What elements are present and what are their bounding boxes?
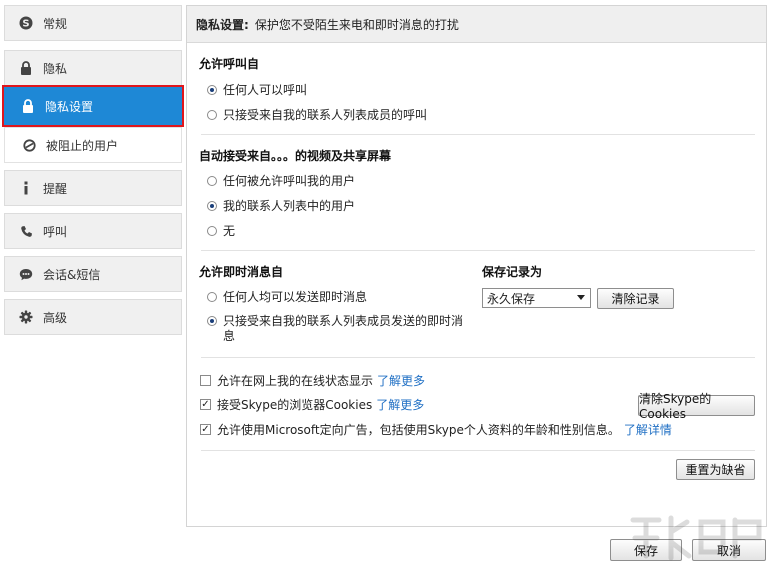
blocked-icon (21, 137, 37, 153)
online-status-checkbox-row: 允许在网上我的在线状态显示 了解更多 (200, 372, 425, 389)
allow-calls-title: 允许呼叫自 (199, 57, 260, 71)
radio-unchecked-icon[interactable] (207, 225, 217, 236)
panel-header: 隐私设置: 保护您不受陌生来电和即时消息的打扰 (187, 6, 766, 43)
im-contacts-only-radio[interactable]: 只接受来自我的联系人列表成员发送的即时消 息 (207, 314, 463, 344)
radio-label: 任何被允许呼叫我的用户 (223, 174, 356, 188)
privacy-settings-panel: 隐私设置: 保护您不受陌生来电和即时消息的打扰 允许呼叫自 任何人可以呼叫 只接… (186, 5, 767, 527)
save-button[interactable]: 保存 (610, 539, 682, 561)
sidebar-item-label: 被阻止的用户 (46, 138, 119, 153)
chat-icon (18, 266, 34, 282)
lock-icon (20, 98, 36, 114)
radio-label: 只接受来自我的联系人列表成员发送的即时消 息 (223, 314, 463, 344)
sidebar-item-label: 呼叫 (43, 224, 68, 239)
info-icon (18, 180, 34, 196)
learn-details-link[interactable]: 了解详情 (624, 421, 672, 438)
checkbox-label: 允许使用Microsoft定向广告，包括使用Skype个人资料的年龄和性别信息。 (217, 423, 620, 437)
learn-more-link[interactable]: 了解更多 (376, 396, 424, 413)
ads-checkbox[interactable]: ✓ (200, 424, 211, 435)
history-duration-select[interactable]: 永久保存 (482, 288, 591, 308)
sidebar-item-im-sms[interactable]: 会话&短信 (4, 256, 182, 292)
allow-im-title: 允许即时消息自 (199, 265, 284, 279)
save-history-title: 保存记录为 (482, 265, 543, 279)
radio-checked-icon[interactable] (207, 316, 217, 326)
sidebar-item-label: 高级 (43, 310, 68, 325)
radio-label: 任何人可以呼叫 (223, 83, 308, 97)
reset-defaults-button[interactable]: 重置为缺省 (676, 459, 755, 480)
clear-history-button[interactable]: 清除记录 (597, 288, 674, 309)
video-share-title: 自动接受来自。。。的视频及共享屏幕 (199, 149, 392, 163)
radio-checked-icon[interactable] (207, 200, 217, 211)
video-none-radio[interactable]: 无 (207, 222, 235, 239)
calls-anyone-radio[interactable]: 任何人可以呼叫 (207, 81, 307, 98)
cookies-checkbox[interactable]: ✓ (200, 399, 211, 410)
clear-skype-cookies-button[interactable]: 清除Skype的Cookies (638, 392, 755, 421)
checkbox-label: 允许在网上我的在线状态显示 (217, 374, 374, 388)
radio-unchecked-icon[interactable] (207, 291, 217, 302)
skype-icon: S (18, 15, 34, 31)
im-anyone-radio[interactable]: 任何人均可以发送即时消息 (207, 288, 367, 305)
divider (201, 450, 755, 451)
radio-unchecked-icon[interactable] (207, 109, 217, 120)
sidebar-item-label: 隐私设置 (45, 99, 94, 114)
divider (201, 357, 755, 358)
gear-icon (18, 309, 34, 325)
sidebar-item-blocked-users[interactable]: 被阻止的用户 (4, 127, 182, 163)
radio-label: 我的联系人列表中的用户 (223, 199, 356, 213)
sidebar-item-label: 会话&短信 (43, 267, 101, 282)
radio-label: 任何人均可以发送即时消息 (223, 290, 368, 304)
radio-unchecked-icon[interactable] (207, 175, 217, 186)
ads-checkbox-row: ✓ 允许使用Microsoft定向广告，包括使用Skype个人资料的年龄和性别信… (200, 421, 672, 438)
chevron-down-icon (577, 295, 585, 300)
page-title: 隐私设置: (196, 17, 249, 32)
sidebar-item-advanced[interactable]: 高级 (4, 299, 182, 335)
divider (201, 134, 755, 135)
sidebar-item-notifications[interactable]: 提醒 (4, 170, 182, 206)
cancel-button[interactable]: 取消 (692, 539, 766, 561)
divider (201, 250, 755, 251)
radio-checked-icon[interactable] (207, 84, 217, 95)
learn-more-link[interactable]: 了解更多 (377, 372, 425, 389)
radio-label-line: 只接受来自我的联系人列表成员发送的即时消 (223, 314, 464, 328)
sidebar-item-label: 隐私 (43, 61, 68, 76)
phone-icon (18, 223, 34, 239)
select-value: 永久保存 (487, 291, 536, 306)
cookies-checkbox-row: ✓ 接受Skype的浏览器Cookies 了解更多 (200, 396, 424, 413)
sidebar-item-privacy-settings[interactable]: 隐私设置 (2, 85, 184, 127)
sidebar-item-general[interactable]: S 常规 (4, 5, 182, 41)
video-contacts-radio[interactable]: 我的联系人列表中的用户 (207, 197, 355, 214)
sidebar-item-label: 提醒 (43, 181, 68, 196)
radio-label-line: 息 (223, 329, 236, 343)
online-status-checkbox[interactable] (200, 375, 211, 386)
page-description: 保护您不受陌生来电和即时消息的打扰 (254, 17, 459, 32)
calls-contacts-only-radio[interactable]: 只接受来自我的联系人列表成员的呼叫 (207, 106, 427, 123)
checkbox-label: 接受Skype的浏览器Cookies (217, 398, 373, 412)
svg-text:S: S (22, 19, 29, 30)
radio-label: 只接受来自我的联系人列表成员的呼叫 (223, 108, 428, 122)
sidebar-item-calls[interactable]: 呼叫 (4, 213, 182, 249)
lock-icon (18, 60, 34, 76)
sidebar-item-label: 常规 (43, 16, 68, 31)
video-allowed-callers-radio[interactable]: 任何被允许呼叫我的用户 (207, 172, 355, 189)
radio-label: 无 (223, 224, 236, 238)
sidebar-item-privacy[interactable]: 隐私 (4, 50, 182, 86)
